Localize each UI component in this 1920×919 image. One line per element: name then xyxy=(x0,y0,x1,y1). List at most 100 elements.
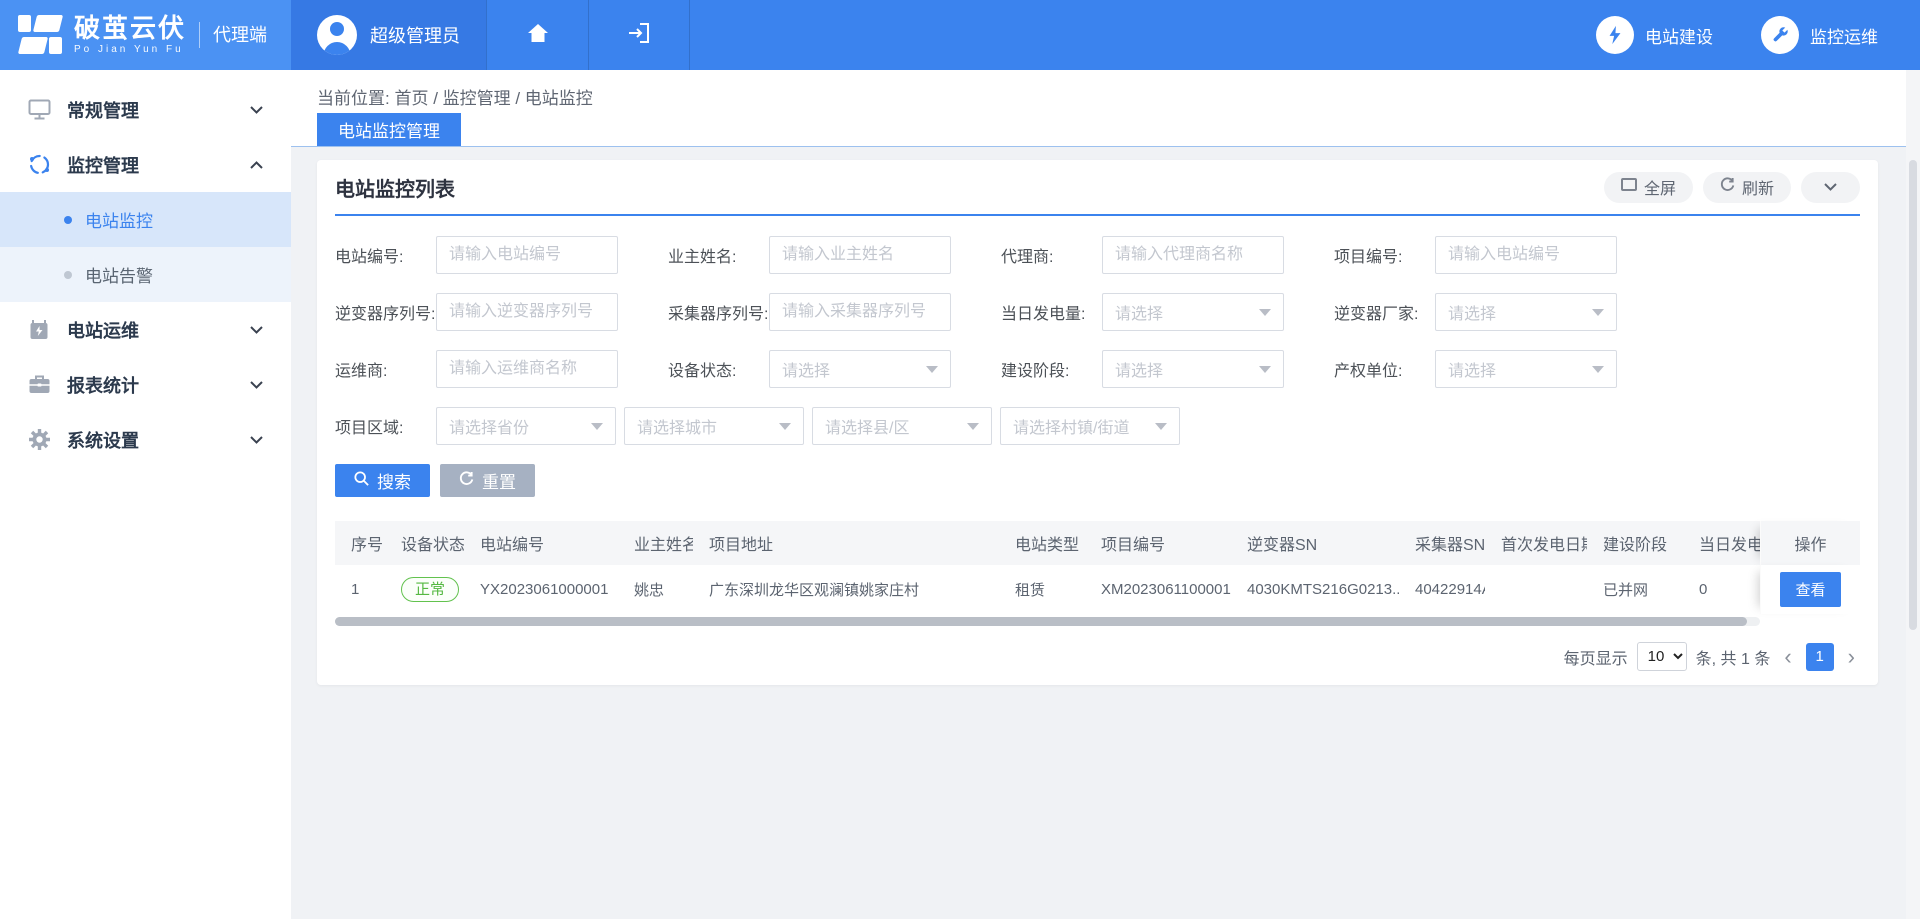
field-label: 采集器序列号: xyxy=(668,300,769,324)
sidebar-item-general-mgmt[interactable]: 常规管理 xyxy=(0,82,291,137)
build-stage-select[interactable]: 请选择 xyxy=(1102,350,1284,388)
field-label: 逆变器序列号: xyxy=(335,300,436,324)
charger-icon xyxy=(26,319,52,341)
brand: 破茧云伏 Po Jian Yun Fu 代理端 xyxy=(0,0,291,70)
chevron-down-icon xyxy=(250,431,263,449)
nav-label: 监控运维 xyxy=(1810,23,1878,48)
scrollbar-thumb[interactable] xyxy=(335,617,1747,626)
breadcrumb-bar: 当前位置: 首页 / 监控管理 / 电站监控 电站监控管理 xyxy=(291,70,1920,147)
page-title: 电站监控列表 xyxy=(335,173,455,202)
prev-page-button[interactable]: ‹ xyxy=(1779,646,1796,668)
brand-name: 破茧云伏 xyxy=(74,15,186,41)
sidebar-item-report-stats[interactable]: 报表统计 xyxy=(0,357,291,412)
page-body: 电站监控列表 全屏 xyxy=(291,147,1920,919)
portal-label: 代理端 xyxy=(199,22,267,48)
field-label: 当日发电量: xyxy=(1001,300,1102,324)
property-owner-select[interactable]: 请选择 xyxy=(1435,350,1617,388)
field-label: 运维商: xyxy=(335,357,436,381)
search-icon xyxy=(354,471,369,491)
chevron-down-icon xyxy=(250,101,263,119)
cell-index: 1 xyxy=(335,581,385,598)
briefcase-icon xyxy=(26,374,52,395)
breadcrumb: 当前位置: 首页 / 监控管理 / 电站监控 xyxy=(317,84,1920,109)
nav-monitor-ops[interactable]: 监控运维 xyxy=(1761,16,1878,54)
sidebar: 常规管理 监控管理 电站监控 电站 xyxy=(0,70,291,919)
field-label: 逆变器厂家: xyxy=(1334,300,1435,324)
chevron-down-icon xyxy=(250,321,263,339)
cell-station-no: YX2023061000001 xyxy=(464,581,618,598)
logout-button[interactable] xyxy=(588,0,690,70)
table-header-row: 序号 设备状态 电站编号 业主姓名 项目地址 电站类型 项目编号 逆变器SN 采… xyxy=(335,521,1860,565)
field-label: 建设阶段: xyxy=(1001,357,1102,381)
sidebar-item-station-ops[interactable]: 电站运维 xyxy=(0,302,291,357)
content: 当前位置: 首页 / 监控管理 / 电站监控 电站监控管理 电站监控列表 全屏 xyxy=(291,70,1920,919)
caret-down-icon xyxy=(1259,309,1271,316)
device-status-select[interactable]: 请选择 xyxy=(769,350,951,388)
caret-down-icon xyxy=(1155,423,1167,430)
monitor-icon xyxy=(26,99,52,120)
ops-vendor-input[interactable] xyxy=(436,350,618,388)
field-label: 设备状态: xyxy=(668,357,769,381)
sidebar-item-station-alarm[interactable]: 电站告警 xyxy=(0,247,291,302)
station-table: 序号 设备状态 电站编号 业主姓名 项目地址 电站类型 项目编号 逆变器SN 采… xyxy=(335,521,1860,626)
province-select[interactable]: 请选择省份 xyxy=(436,407,616,445)
daily-generation-select[interactable]: 请选择 xyxy=(1102,293,1284,331)
county-select[interactable]: 请选择县/区 xyxy=(812,407,992,445)
page-number[interactable]: 1 xyxy=(1806,643,1834,671)
view-button[interactable]: 查看 xyxy=(1780,572,1840,607)
collector-sn-input[interactable] xyxy=(769,293,951,331)
caret-down-icon xyxy=(779,423,791,430)
town-select[interactable]: 请选择村镇/街道 xyxy=(1000,407,1180,445)
fullscreen-button[interactable]: 全屏 xyxy=(1604,172,1693,203)
city-select[interactable]: 请选择城市 xyxy=(624,407,804,445)
inverter-sn-input[interactable] xyxy=(436,293,618,331)
tab-station-monitor-mgmt[interactable]: 电站监控管理 xyxy=(317,113,461,146)
home-button[interactable] xyxy=(486,0,588,70)
field-label: 业主姓名: xyxy=(668,243,769,267)
sidebar-submenu: 电站监控 电站告警 xyxy=(0,192,291,302)
gear-icon xyxy=(26,428,52,451)
horizontal-scrollbar[interactable] xyxy=(335,617,1760,626)
panel-header: 电站监控列表 全屏 xyxy=(335,160,1860,216)
next-page-button[interactable]: › xyxy=(1843,646,1860,668)
lightning-icon xyxy=(1596,16,1634,54)
per-page-select[interactable]: 10 xyxy=(1637,642,1687,671)
search-button[interactable]: 搜索 xyxy=(335,464,430,497)
owner-name-input[interactable] xyxy=(769,236,951,274)
cell-owner: 姚忠 xyxy=(618,579,693,600)
sidebar-item-system-settings[interactable]: 系统设置 xyxy=(0,412,291,467)
project-no-input[interactable] xyxy=(1435,236,1617,274)
user-menu[interactable]: 超级管理员 xyxy=(291,0,486,70)
caret-down-icon xyxy=(1592,309,1604,316)
inverter-vendor-select[interactable]: 请选择 xyxy=(1435,293,1617,331)
field-label: 电站编号: xyxy=(335,243,436,267)
vertical-scrollbar[interactable] xyxy=(1906,70,1920,919)
caret-down-icon xyxy=(926,366,938,373)
chevron-down-icon xyxy=(250,376,263,394)
sidebar-item-monitor-mgmt[interactable]: 监控管理 xyxy=(0,137,291,192)
nav-label: 电站建设 xyxy=(1645,23,1713,48)
network-icon xyxy=(26,153,52,176)
scrollbar-thumb[interactable] xyxy=(1909,160,1917,630)
agent-input[interactable] xyxy=(1102,236,1284,274)
total-label: 条, 共 1 条 xyxy=(1696,645,1771,669)
sidebar-item-station-monitor[interactable]: 电站监控 xyxy=(0,192,291,247)
collapse-button[interactable] xyxy=(1801,172,1860,203)
wrench-icon xyxy=(1761,16,1799,54)
bullet-icon xyxy=(64,271,72,279)
user-name: 超级管理员 xyxy=(370,22,460,48)
station-no-input[interactable] xyxy=(436,236,618,274)
refresh-button[interactable]: 刷新 xyxy=(1703,172,1791,203)
caret-down-icon xyxy=(591,423,603,430)
cell-project-no: XM2023061100001 xyxy=(1085,581,1231,598)
field-label: 项目编号: xyxy=(1334,243,1435,267)
refresh-icon xyxy=(1720,177,1735,197)
filter-form: 电站编号: 业主姓名: 代理商: 项目编号: xyxy=(335,216,1860,445)
avatar xyxy=(317,15,357,55)
reset-button[interactable]: 重置 xyxy=(440,464,535,497)
caret-down-icon xyxy=(967,423,979,430)
nav-station-construction[interactable]: 电站建设 xyxy=(1596,16,1713,54)
cell-actions: 查看 xyxy=(1760,565,1860,614)
cell-status: 正常 xyxy=(385,577,464,602)
reset-icon xyxy=(459,471,474,491)
